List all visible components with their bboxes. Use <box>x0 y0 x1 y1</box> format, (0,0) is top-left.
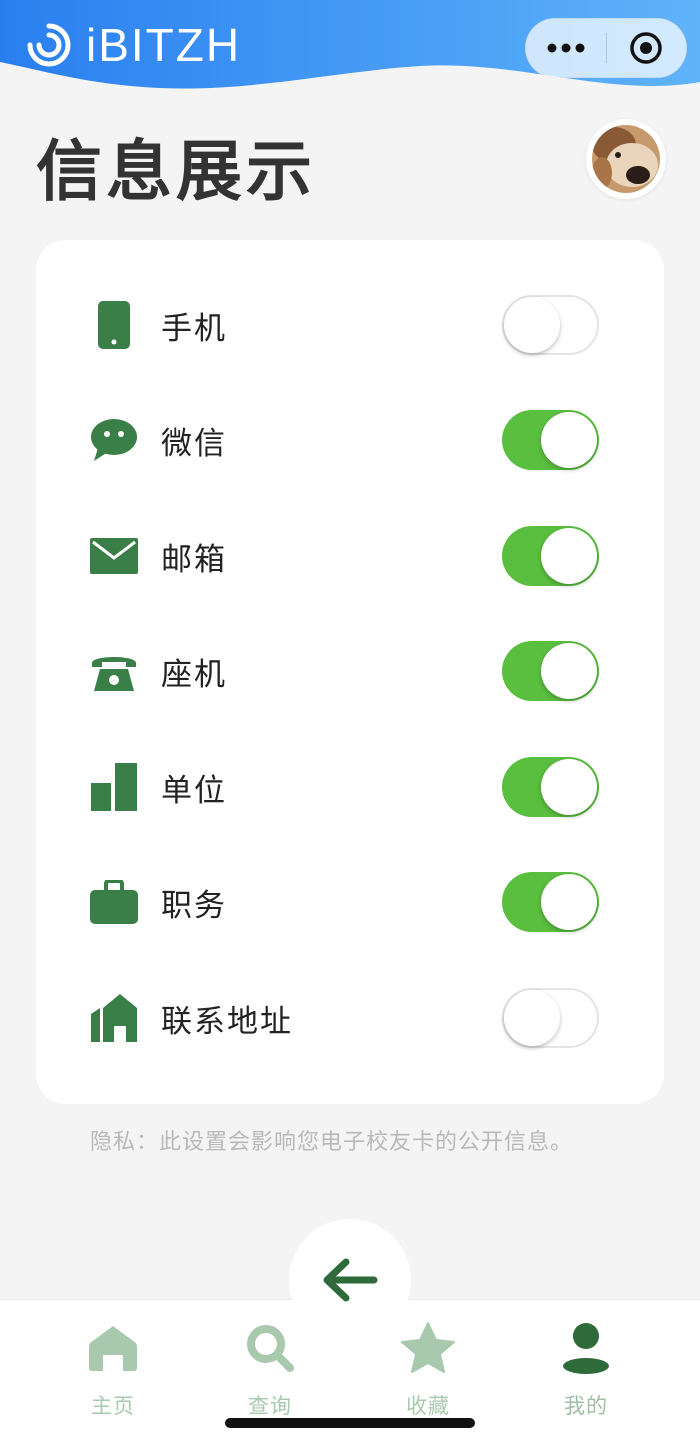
setting-row-organization: 单位 <box>36 737 664 837</box>
organization-visibility-toggle[interactable] <box>502 757 599 817</box>
toggle-knob <box>541 412 597 468</box>
privacy-settings-card: 手机 微信 邮箱 座机 单位 职务 联系地址 <box>36 240 664 1104</box>
landline-icon <box>88 645 140 697</box>
setting-label: 微信 <box>161 425 227 462</box>
toggle-knob <box>541 643 597 699</box>
setting-label: 单位 <box>161 772 227 809</box>
home-indicator <box>225 1418 475 1428</box>
setting-row-phone: 手机 <box>36 275 664 375</box>
mail-icon <box>88 530 140 582</box>
wechat-icon <box>88 414 140 466</box>
toggle-knob <box>541 874 597 930</box>
page-title: 信息展示 <box>36 133 316 210</box>
landline-visibility-toggle[interactable] <box>502 641 599 701</box>
phone-icon <box>88 299 140 351</box>
phone-visibility-toggle[interactable] <box>502 295 599 355</box>
setting-label: 座机 <box>161 656 227 693</box>
target-close-icon <box>630 32 662 64</box>
brand-spiral-icon <box>27 23 71 67</box>
tab-home[interactable]: 主页 <box>53 1320 173 1420</box>
wechat-visibility-toggle[interactable] <box>502 410 599 470</box>
toggle-knob <box>541 528 597 584</box>
privacy-note: 隐私：此设置会影响您电子校友卡的公开信息。 <box>90 1130 574 1155</box>
header-bar: iBITZH <box>0 0 700 100</box>
tab-label: 主页 <box>91 1394 135 1418</box>
avatar-dog-image <box>592 125 660 193</box>
toggle-knob <box>504 297 560 353</box>
email-visibility-toggle[interactable] <box>502 526 599 586</box>
avatar[interactable] <box>586 119 666 199</box>
address-visibility-toggle[interactable] <box>502 988 599 1048</box>
user-icon <box>526 1320 646 1376</box>
setting-row-landline: 座机 <box>36 621 664 721</box>
setting-label: 手机 <box>161 310 227 347</box>
setting-row-address: 联系地址 <box>36 968 664 1068</box>
more-dots-icon <box>547 43 585 53</box>
brand-name: iBITZH <box>86 19 242 71</box>
tab-search[interactable]: 查询 <box>210 1320 330 1420</box>
setting-row-wechat: 微信 <box>36 390 664 490</box>
miniapp-capsule <box>525 18 687 78</box>
setting-row-position: 职务 <box>36 852 664 952</box>
tab-label: 查询 <box>248 1394 292 1418</box>
back-button[interactable] <box>289 1219 411 1341</box>
tab-favorites[interactable]: 收藏 <box>368 1320 488 1420</box>
setting-label: 联系地址 <box>161 1003 293 1040</box>
setting-label: 邮箱 <box>161 541 227 578</box>
close-miniapp-button[interactable] <box>607 18 687 78</box>
building-icon <box>88 761 140 813</box>
setting-row-email: 邮箱 <box>36 506 664 606</box>
more-button[interactable] <box>526 18 606 78</box>
home-icon <box>53 1320 173 1376</box>
tab-label: 收藏 <box>406 1394 450 1418</box>
setting-label: 职务 <box>161 887 227 924</box>
briefcase-icon <box>88 876 140 928</box>
toggle-knob <box>504 990 560 1046</box>
brand-logo: iBITZH <box>26 22 241 68</box>
toggle-knob <box>541 759 597 815</box>
tab-label: 我的 <box>564 1394 608 1418</box>
tab-mine[interactable]: 我的 <box>526 1320 646 1420</box>
back-arrow-icon <box>323 1258 378 1302</box>
home-address-icon <box>88 992 140 1044</box>
position-visibility-toggle[interactable] <box>502 872 599 932</box>
